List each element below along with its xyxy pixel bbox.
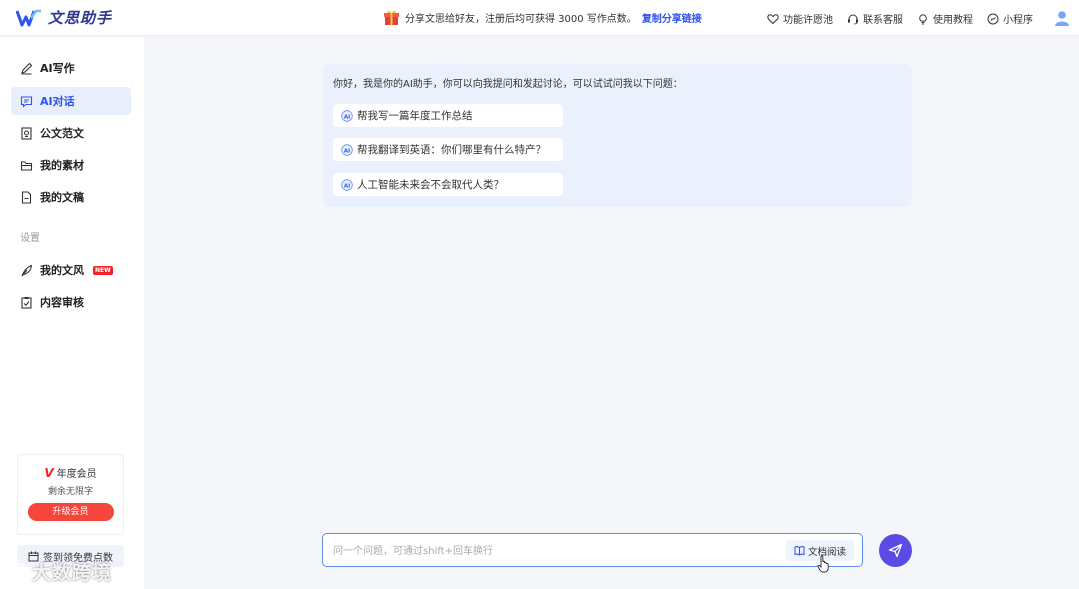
document-seal-icon [21, 126, 32, 140]
vip-badge-icon: V [44, 465, 54, 480]
sidebar-item-drafts[interactable]: 我的文稿 [11, 183, 131, 211]
settings-section-label: 设置 [20, 233, 40, 244]
ai-icon: AI [341, 178, 353, 191]
sidebar-item-label: 我的文稿 [40, 191, 84, 204]
ai-icon: AI [341, 109, 353, 122]
sidebar-item-label: AI对话 [40, 95, 75, 108]
headset-icon [848, 14, 858, 24]
top-actions: 功能许愿池 联系客服 使用教程 小程序 [767, 11, 1033, 26]
wishlist-link[interactable]: 功能许愿池 [767, 11, 833, 26]
sidebar-item-label: 我的素材 [40, 159, 84, 172]
hand-cursor-icon [817, 555, 829, 573]
chat-icon [20, 95, 33, 108]
pen-icon [21, 62, 33, 74]
heart-icon [767, 13, 779, 24]
feather-icon [21, 264, 33, 276]
vip-card: V 年度会员 剩余无限字 升级会员 [17, 454, 124, 535]
ai-icon: AI [341, 143, 353, 156]
vip-remaining: 剩余无限字 [47, 487, 93, 497]
sidebar-item-label: 公文范文 [40, 127, 84, 140]
assistant-greeting: 你好，我是你的AI助手，你可以向我提问和发起讨论，可以试试问我以下问题： [333, 79, 683, 90]
promo-banner: 分享文思给好友，注册后均可获得 3000 写作点数。 复制分享链接 [383, 9, 702, 26]
copy-share-link[interactable]: 复制分享链接 [642, 10, 702, 25]
new-badge: NEW [93, 265, 113, 275]
book-icon [794, 546, 805, 556]
tutorial-link[interactable]: 使用教程 [917, 11, 973, 26]
sidebar-item-label: 我的文风 [40, 264, 84, 277]
chat-welcome-card: 你好，我是你的AI助手，你可以向我提问和发起讨论，可以试试问我以下问题： AI … [323, 64, 912, 207]
app-logo[interactable]: 文思助手 [16, 7, 112, 28]
upgrade-button[interactable]: 升级会员 [27, 503, 114, 521]
watermark: 大数跨境 [8, 558, 112, 585]
sidebar-item-writing-style[interactable]: 我的文风 NEW [11, 256, 131, 284]
sidebar-item-content-review[interactable]: 内容审核 [11, 288, 131, 316]
user-avatar-icon[interactable] [1053, 9, 1071, 27]
app-title: 文思助手 [48, 9, 113, 27]
svg-text:AI: AI [344, 183, 350, 189]
chat-input-box: 文档阅读 [322, 533, 863, 567]
svg-text:AI: AI [344, 114, 350, 120]
mini-program-link[interactable]: 小程序 [987, 11, 1033, 26]
sidebar-item-ai-writing[interactable]: AI写作 [11, 54, 131, 82]
mini-program-icon [987, 13, 999, 24]
svg-text:AI: AI [344, 148, 350, 154]
watermark-logo-icon [9, 562, 27, 581]
sidebar-item-label: 内容审核 [40, 296, 84, 309]
suggestion-item[interactable]: AI 帮我翻译到英语：你们哪里有什么特产？ [333, 138, 563, 161]
checklist-icon [21, 296, 32, 309]
suggestion-item[interactable]: AI 人工智能未来会不会取代人类？ [333, 173, 563, 196]
send-icon [888, 543, 903, 558]
promo-text: 分享文思给好友，注册后均可获得 3000 写作点数。 [405, 14, 637, 25]
sidebar: AI写作 AI对话 公文范文 我的素材 我的文稿 设置 我的文风 NEW 内容审… [0, 37, 144, 589]
sidebar-item-label: AI写作 [40, 62, 75, 75]
suggestion-item[interactable]: AI 帮我写一篇年度工作总结 [333, 104, 563, 127]
vip-title: 年度会员 [56, 469, 97, 480]
send-button[interactable] [879, 534, 912, 567]
sidebar-item-ai-chat[interactable]: AI对话 [11, 87, 131, 115]
chat-input[interactable] [333, 542, 773, 560]
file-icon [21, 190, 32, 204]
gift-icon [384, 10, 399, 25]
top-bar: 文思助手 分享文思给好友，注册后均可获得 3000 写作点数。 复制分享链接 功… [0, 0, 1079, 36]
folder-icon [20, 160, 33, 171]
sidebar-item-materials[interactable]: 我的素材 [11, 151, 131, 179]
lightbulb-icon [919, 13, 927, 24]
sidebar-item-official-docs[interactable]: 公文范文 [11, 119, 131, 147]
support-link[interactable]: 联系客服 [847, 11, 903, 26]
wenshi-logo-icon [16, 9, 41, 26]
